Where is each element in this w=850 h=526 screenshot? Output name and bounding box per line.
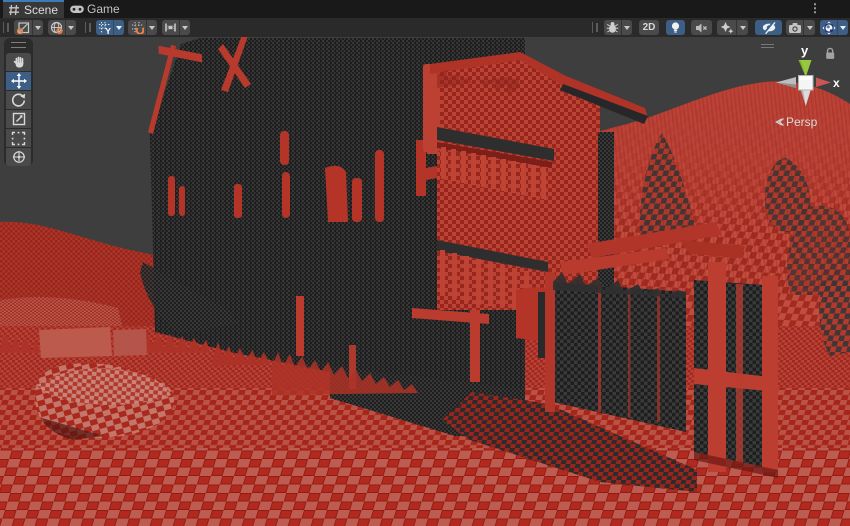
svg-text:x: x: [833, 76, 840, 90]
svg-text:Persp: Persp: [786, 115, 818, 129]
svg-text:y: y: [801, 43, 809, 58]
svg-text:Y: Y: [105, 26, 111, 34]
